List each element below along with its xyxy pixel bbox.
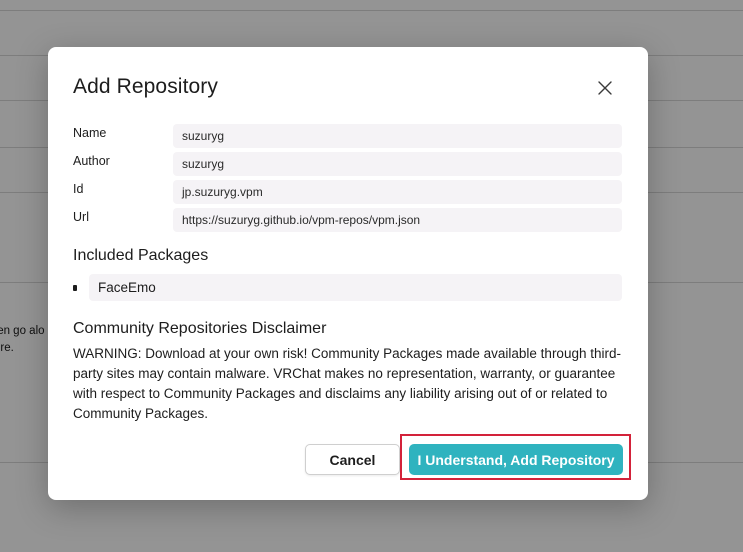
dialog-title: Add Repository [73, 75, 218, 98]
close-button[interactable] [594, 77, 616, 99]
close-icon [598, 81, 612, 95]
field-label-author: Author [73, 154, 110, 168]
disclaimer-heading: Community Repositories Disclaimer [73, 320, 327, 337]
field-value-name: suzuryg [173, 124, 622, 148]
cancel-button[interactable]: Cancel [305, 444, 400, 475]
field-value-id: jp.suzuryg.vpm [173, 180, 622, 204]
field-label-id: Id [73, 182, 84, 196]
disclaimer-text: WARNING: Download at your own risk! Comm… [73, 346, 621, 421]
list-bullet [73, 285, 77, 291]
field-label-url: Url [73, 210, 89, 224]
field-label-name: Name [73, 126, 107, 140]
field-value-author: suzuryg [173, 152, 622, 176]
included-packages-heading: Included Packages [73, 247, 209, 264]
package-list-item: FaceEmo [89, 274, 622, 301]
add-repository-button[interactable]: I Understand, Add Repository [409, 444, 623, 475]
add-repository-dialog: Add Repository Name suzuryg Author suzur… [48, 47, 648, 500]
field-value-url: https://suzuryg.github.io/vpm-repos/vpm.… [173, 208, 622, 232]
